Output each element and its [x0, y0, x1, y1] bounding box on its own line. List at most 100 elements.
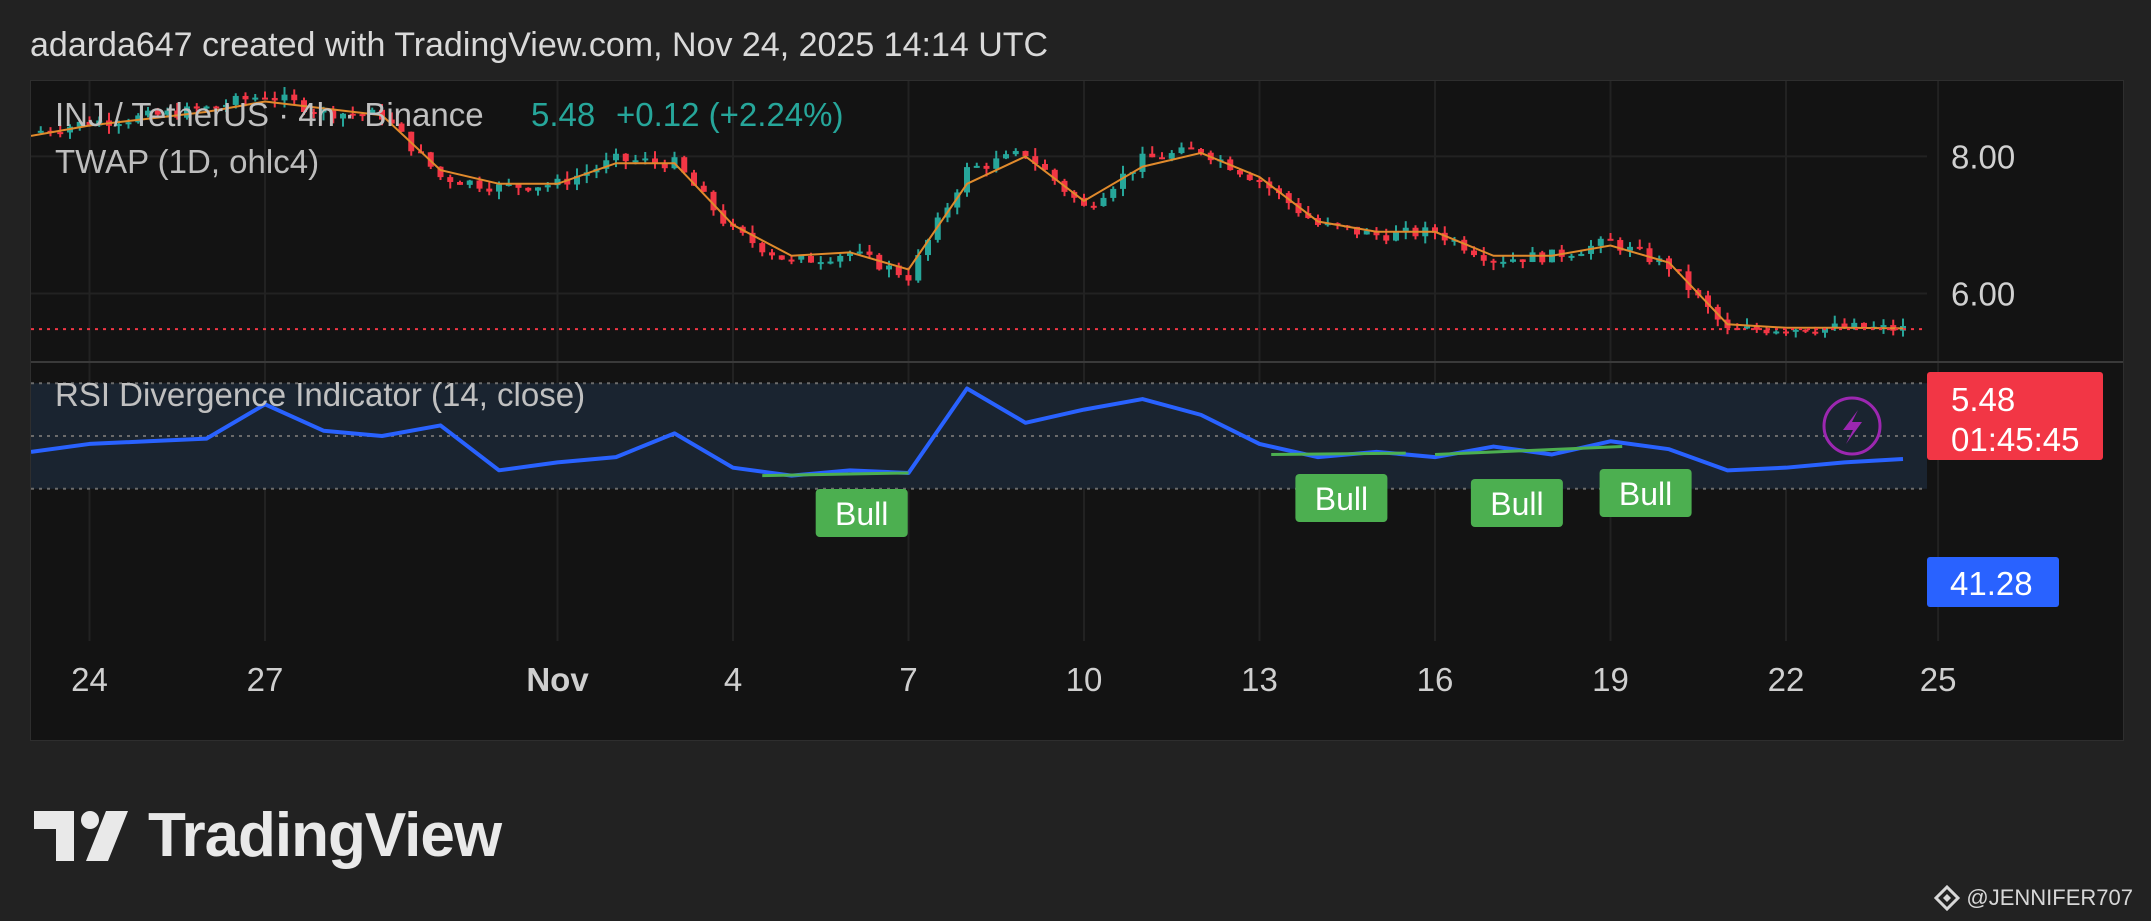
candle-body [1539, 252, 1546, 263]
candle-body [817, 262, 824, 265]
candle-body [544, 185, 551, 188]
diamond-icon [1934, 885, 1961, 911]
candle-body [1519, 259, 1526, 263]
candle-body [1110, 188, 1117, 198]
candle-body [1646, 248, 1653, 263]
candle-body [1003, 154, 1009, 159]
candle-body [1178, 147, 1185, 154]
candle-body [1490, 260, 1497, 263]
candle-body [788, 259, 795, 262]
bull-label: Bull [835, 496, 888, 532]
legend-symbol: INJ / TetherUS · 4h · Binance [55, 96, 484, 133]
candle-body [1763, 329, 1770, 334]
candle-body [1149, 153, 1156, 158]
candle-body [613, 153, 619, 161]
time-tick-label: 4 [724, 661, 742, 698]
price-tick-label: 6.00 [1951, 275, 2015, 312]
price-scale-ticks: 8.00 6.00 [1951, 138, 2015, 312]
candle-body [457, 181, 463, 185]
divergence-line [1271, 451, 1406, 456]
rsi-title: RSI Divergence Indicator (14, close) [55, 376, 585, 413]
legend-last-price: 5.48 [531, 96, 595, 133]
candle-body [1383, 235, 1390, 241]
candle-body [798, 255, 805, 260]
bull-label: Bull [1490, 486, 1543, 522]
watermark-handle: @JENNIFER707 [1966, 885, 2133, 910]
chart-frame[interactable]: Bull Bull Bull Bull INJ / TetherUS · 4h · B… [30, 80, 2124, 741]
time-tick-label: 25 [1920, 661, 1957, 698]
candle-body [856, 251, 863, 254]
candle-body [535, 187, 541, 191]
candle-body [1880, 325, 1887, 328]
header-credit: adarda647 created with TradingView.com, … [30, 26, 1049, 64]
candle-body [1510, 259, 1516, 262]
chart-canvas[interactable]: Bull Bull Bull Bull INJ / TetherUS · 4h · B… [30, 81, 2123, 740]
candle-body [837, 255, 844, 262]
candle-body [993, 158, 1000, 169]
candle-body [1188, 147, 1195, 150]
candle-body [466, 180, 473, 185]
candle-body [1607, 238, 1614, 241]
candle-body [827, 261, 834, 264]
countdown-label: 01:45:45 [1951, 421, 2079, 458]
candle-body [1529, 252, 1536, 263]
candle-body [1568, 255, 1575, 258]
watermark: @JENNIFER707 [1934, 885, 2133, 911]
candle-body [759, 243, 766, 253]
time-tick-label: 7 [899, 661, 917, 698]
candle-body [1500, 261, 1507, 264]
candle-body [525, 187, 532, 191]
candle-body [1636, 246, 1643, 249]
time-tick-label: 24 [71, 661, 108, 698]
candle-body [447, 177, 454, 182]
price-tick-label: 8.00 [1951, 138, 2015, 175]
bull-label: Bull [1619, 476, 1672, 512]
time-tick-label: 19 [1592, 661, 1629, 698]
candle-body [1578, 253, 1585, 256]
candle-body [476, 180, 483, 189]
candle-body [1256, 180, 1263, 183]
candle-body [1480, 255, 1487, 261]
tradingview-logo-icon [34, 810, 128, 861]
candle-body [1812, 331, 1819, 334]
candle-body [983, 165, 990, 169]
candle-body [808, 255, 814, 263]
candle-body [632, 160, 639, 163]
candle-body [1100, 197, 1107, 206]
time-tick-label: 27 [247, 661, 284, 698]
candle-body [973, 165, 980, 168]
candle-body [769, 252, 775, 256]
candle-body [496, 184, 502, 192]
candle-body [642, 158, 649, 161]
candle-body [1090, 205, 1097, 208]
tradingview-logo[interactable]: TradingView [34, 800, 502, 871]
bull-label: Bull [1315, 481, 1368, 517]
legend-indicator: TWAP (1D, ohlc4) [55, 143, 319, 180]
candle-body [778, 255, 785, 260]
time-axis: 24 27 Nov 4 7 10 13 16 19 22 25 [71, 661, 1956, 698]
candle-body [866, 251, 873, 255]
candle-body [1246, 174, 1253, 181]
time-tick-label: 22 [1768, 661, 1805, 698]
candle-body [905, 275, 912, 281]
time-tick-label: 10 [1066, 661, 1103, 698]
candle-body [1597, 238, 1604, 246]
last-price-label: 5.48 [1951, 381, 2015, 418]
tradingview-logo-text: TradingView [148, 801, 502, 870]
legend-change: +0.12 (+2.24%) [616, 96, 844, 133]
candle-body [1393, 231, 1399, 241]
last-price-badge: 5.48 01:45:45 [1927, 372, 2103, 460]
candle-body [1012, 151, 1019, 155]
time-tick-label: 16 [1417, 661, 1454, 698]
candle-body [886, 265, 892, 270]
candle-body [1139, 153, 1146, 172]
candle-body [1159, 157, 1165, 160]
rsi-value-badge: 41.28 [1927, 557, 2059, 607]
candle-body [37, 130, 44, 133]
time-tick-label: 13 [1241, 661, 1278, 698]
candle-body [486, 188, 493, 192]
candle-body [622, 153, 629, 162]
candle-body [652, 158, 658, 163]
time-tick-label: Nov [526, 661, 589, 698]
candle-body [1773, 331, 1780, 334]
